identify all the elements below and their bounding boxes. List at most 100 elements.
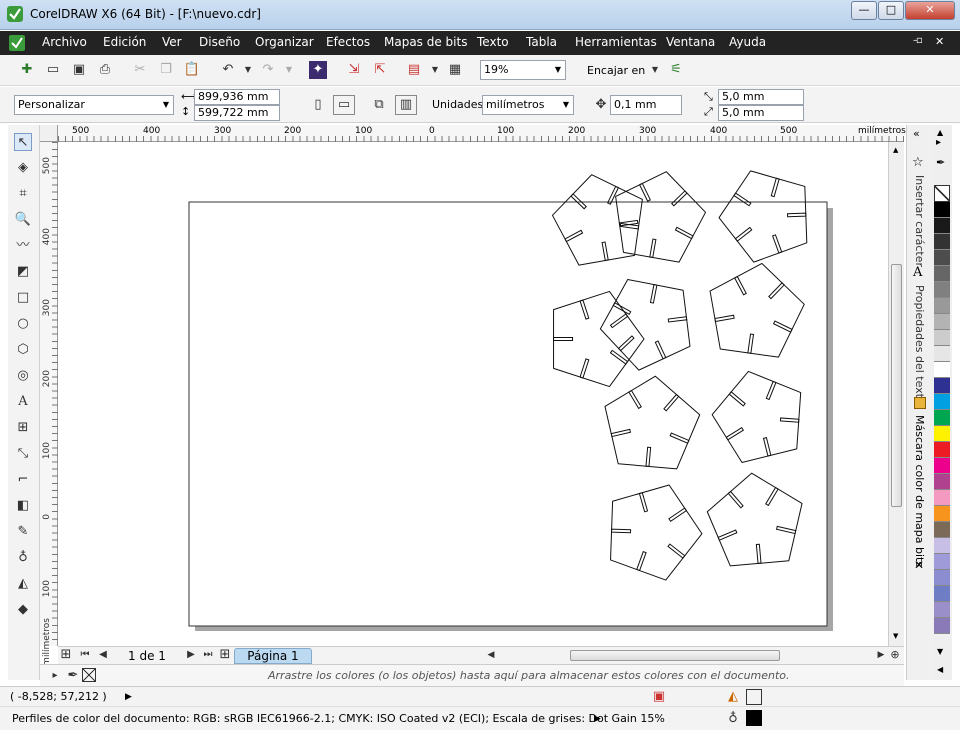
import-icon[interactable]: ⇲ [345,61,363,79]
duplicate-y-field[interactable]: 5,0 mm [718,105,804,121]
zoom-tool-icon[interactable]: 🔍 [14,211,32,229]
first-page-icon[interactable]: ⏮ [76,647,94,663]
vertical-ruler[interactable]: 500 400 300 200 100 0 100 milímetros [40,142,58,666]
copy-icon[interactable]: ❐ [157,61,175,79]
palette-swatch[interactable] [934,282,950,298]
menu-herramientas[interactable]: Herramientas [575,35,657,49]
nudge-distance-field[interactable]: 0,1 mm [610,95,682,115]
palette-swatch[interactable] [934,538,950,554]
palette-expand-icon[interactable]: ◀ [937,665,943,674]
page-width-field[interactable]: 899,936 mm [194,89,280,105]
palette-swatch[interactable] [934,378,950,394]
doc-restore-button[interactable]: ▫ [916,35,923,46]
palette-swatch[interactable] [934,570,950,586]
rectangle-tool-icon[interactable]: □ [14,289,32,307]
units-select[interactable]: milímetros ▼ [482,95,574,115]
portrait-icon[interactable]: ▯ [309,96,327,114]
scroll-up-icon[interactable]: ▲ [893,146,898,154]
undo-icon[interactable]: ↶ [219,61,237,79]
polygon-tool-icon[interactable]: ⬡ [14,341,32,359]
page-height-field[interactable]: 599,722 mm [194,105,280,121]
blend-tool-icon[interactable]: ◧ [14,497,32,515]
page-tab[interactable]: Página 1 [234,648,312,664]
landscape-icon[interactable]: ▭ [333,95,355,115]
horizontal-scroll-thumb[interactable] [570,650,780,661]
page-preset-select[interactable]: Personalizar ▼ [14,95,174,115]
palette-swatch[interactable] [934,410,950,426]
add-page-before-icon[interactable]: ⊞ [58,647,74,663]
add-page-after-icon[interactable]: ⊞ [216,647,234,663]
palette-swatch[interactable] [934,218,950,234]
palette-no-fill-swatch[interactable] [934,185,950,202]
profiles-arrow-icon[interactable]: ▶ [594,712,601,726]
docker-close-icon[interactable]: ✕ [914,558,924,572]
palette-scroll-down-icon[interactable]: ▼ [937,647,943,656]
fill-color-swatch[interactable] [746,689,762,705]
ellipse-tool-icon[interactable]: ○ [14,315,32,333]
export-icon[interactable]: ⇱ [371,61,389,79]
palette-swatch[interactable] [934,298,950,314]
fill-tool-icon[interactable]: ◭ [14,575,32,593]
palette-swatch[interactable] [934,250,950,266]
palette-swatch[interactable] [934,522,950,538]
menu-ver[interactable]: Ver [162,35,182,49]
palette-swatch[interactable] [934,442,950,458]
palette-swatch[interactable] [934,554,950,570]
menu-tabla[interactable]: Tabla [526,35,557,49]
shape-tool-icon[interactable]: ◈ [14,159,32,177]
document-color-icon[interactable]: ▣ [650,688,668,706]
outline-pen-tool-icon[interactable]: ♁ [14,549,32,567]
interactive-fill-tool-icon[interactable]: ◆ [14,601,32,619]
menu-mapas-de-bits[interactable]: Mapas de bits [384,35,467,49]
zoom-level-field[interactable]: 19% ▼ [480,60,566,80]
minimize-button[interactable]: — [851,1,877,20]
document-page[interactable] [58,142,888,646]
maximize-button[interactable]: □ [878,1,904,20]
docker-tab-text-properties[interactable]: Propiedades del texto [913,285,926,405]
docker-tab-bitmap-color-mask[interactable]: Máscara color de mapa bits [913,415,926,567]
print-icon[interactable]: ⎙ [96,61,114,79]
palette-swatch[interactable] [934,474,950,490]
menu-archivo[interactable]: Archivo [42,35,87,49]
outline-color-swatch[interactable] [746,710,762,726]
prev-page-icon[interactable]: ◀ [94,647,112,663]
palette-swatch[interactable] [934,618,950,634]
docker-tab-insert-character[interactable]: Insertar carácter [913,175,926,267]
navigator-icon[interactable]: ⊕ [886,647,904,663]
palette-swatch[interactable] [934,314,950,330]
vertical-scrollbar[interactable]: ▲ ▼ [888,142,904,646]
palette-swatch[interactable] [934,266,950,282]
palette-swatch[interactable] [934,586,950,602]
horizontal-ruler[interactable]: 500 400 300 200 100 0 100 200 300 400 50… [58,125,906,142]
menu-edicion[interactable]: Edición [103,35,146,49]
table-tool-icon[interactable]: ⊞ [14,419,32,437]
eyedropper-icon[interactable]: ✒ [64,667,82,685]
palette-options-icon[interactable]: ▸ [46,667,64,685]
options-icon[interactable]: ⚟ [667,61,685,79]
vertical-scroll-thumb[interactable] [891,264,902,507]
palette-swatch[interactable] [934,490,950,506]
palette-swatch[interactable] [934,346,950,362]
coords-arrow-icon[interactable]: ▶ [125,690,132,704]
paste-icon[interactable]: 📋 [183,61,201,79]
palette-menu-icon[interactable]: ▸ [936,137,941,148]
menu-texto[interactable]: Texto [477,35,509,49]
dimension-tool-icon[interactable]: ⤡ [14,445,32,463]
scroll-left-icon[interactable]: ◀ [482,647,500,663]
close-button[interactable]: ✕ [905,1,955,20]
color-profiles-text[interactable]: Perfiles de color del documento: RGB: sR… [12,712,665,726]
search-content-icon[interactable]: ✦ [309,61,327,79]
smart-fill-tool-icon[interactable]: ◩ [14,263,32,281]
save-icon[interactable]: ▣ [70,61,88,79]
new-document-icon[interactable]: ✚ [18,61,36,79]
freehand-tool-icon[interactable]: 〰 [14,237,32,255]
menu-diseno[interactable]: Diseño [199,35,240,49]
palette-swatch[interactable] [934,426,950,442]
pick-tool-icon[interactable]: ↖ [14,133,32,151]
drawing-canvas[interactable] [58,142,888,646]
palette-eyedropper-icon[interactable]: ✒ [936,156,945,169]
ruler-origin[interactable] [40,125,58,142]
scroll-down-icon[interactable]: ▼ [893,632,898,640]
snap-to-label[interactable]: Encajar en [587,64,645,78]
open-icon[interactable]: ▭ [44,61,62,79]
